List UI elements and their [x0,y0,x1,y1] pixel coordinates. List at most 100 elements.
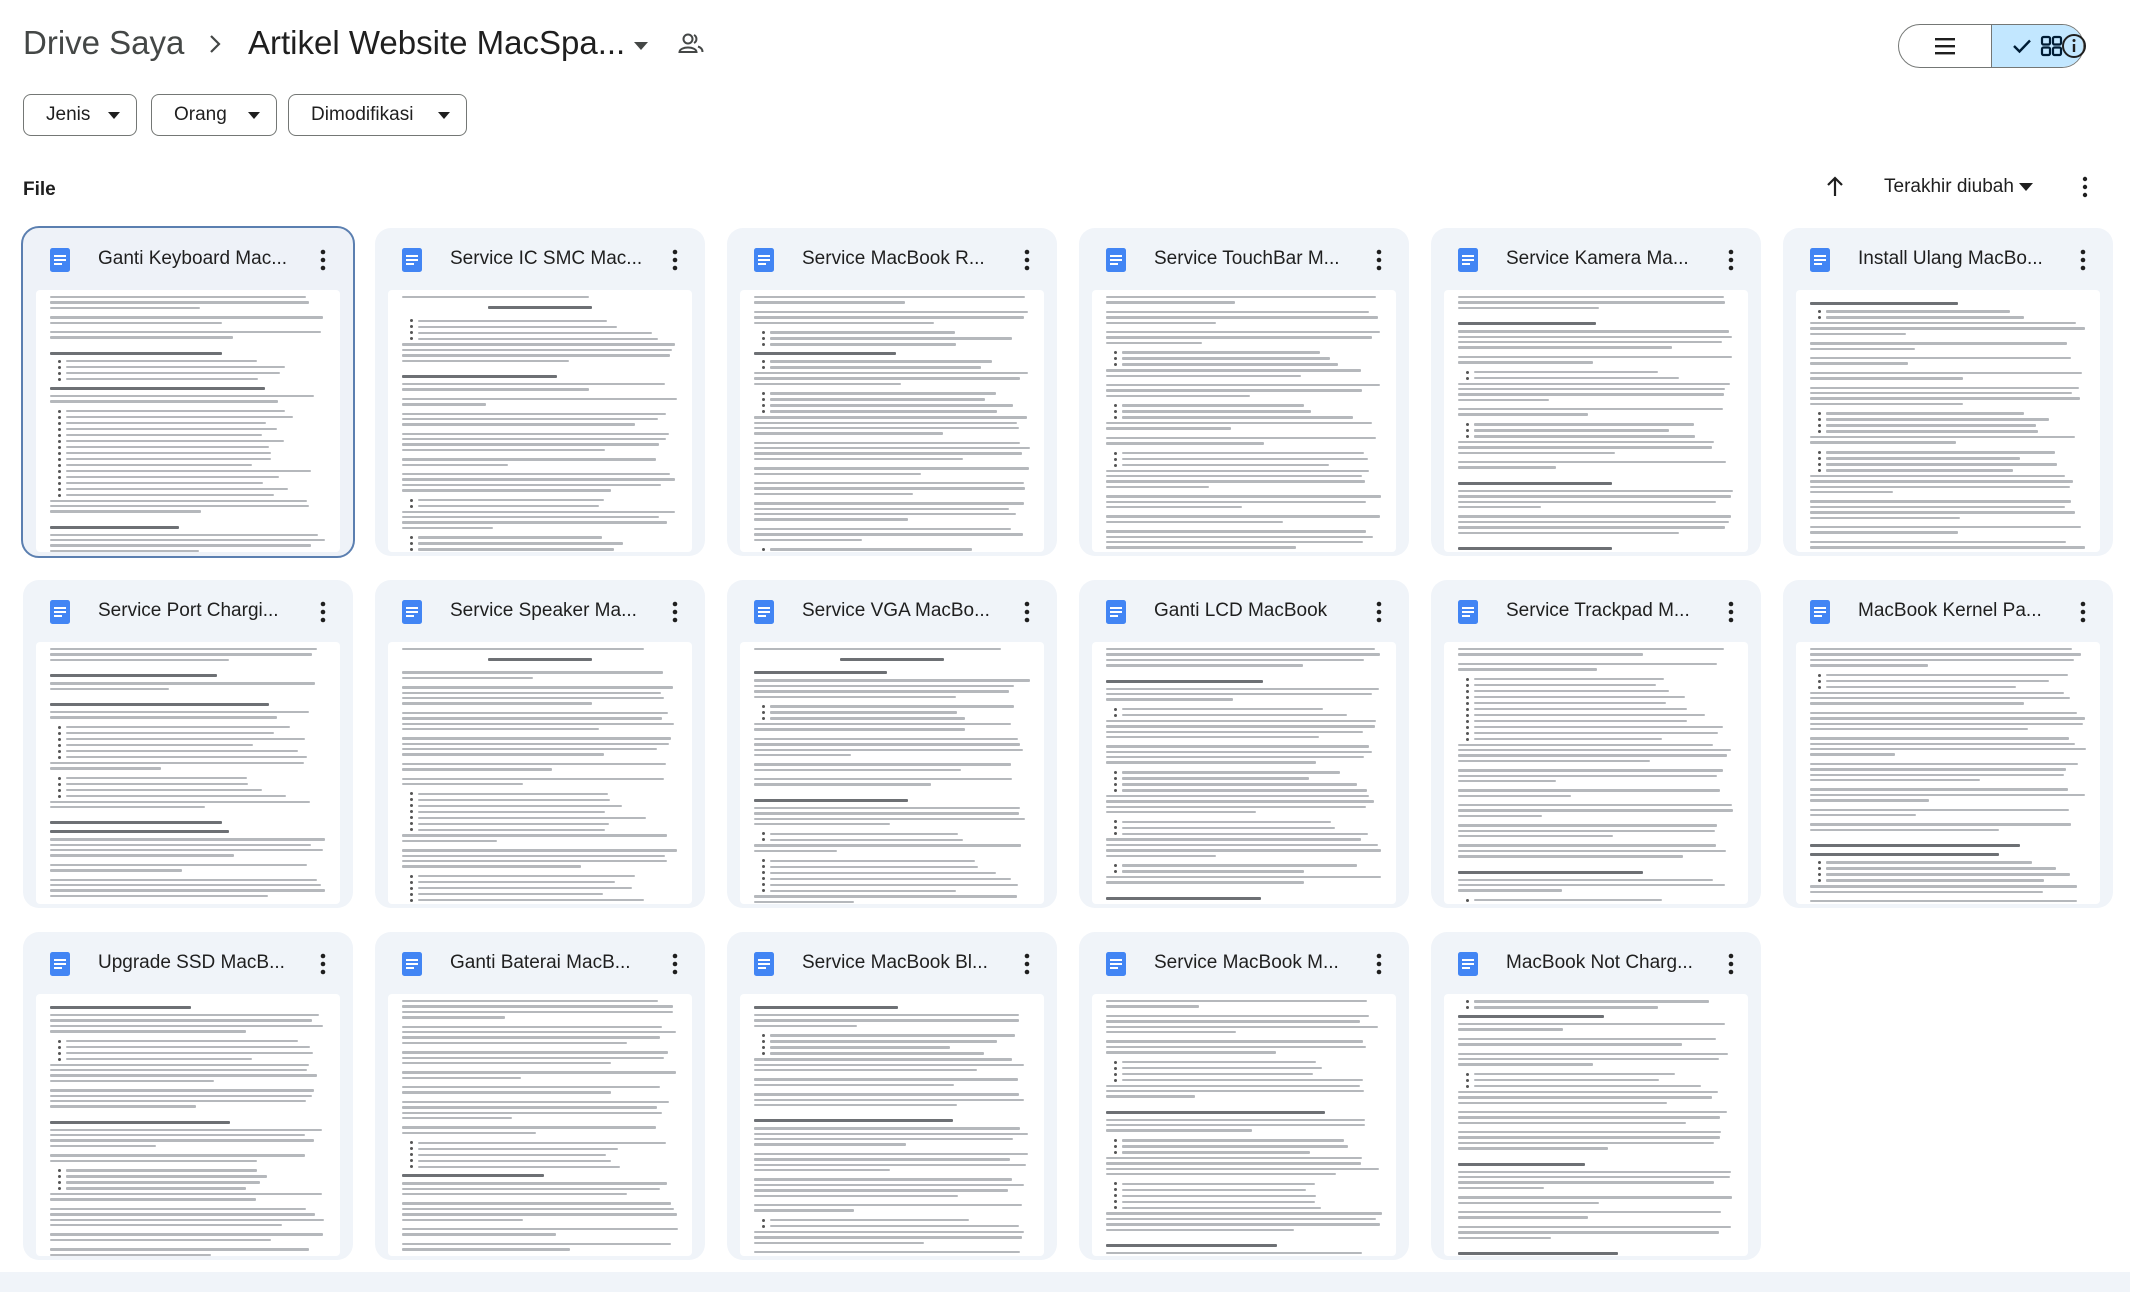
file-card[interactable]: Service VGA MacBo... [727,580,1057,908]
checkmark-icon [2012,39,2031,54]
file-card[interactable]: Service TouchBar M... [1079,228,1409,556]
more-vertical-icon[interactable] [1015,950,1039,978]
filter-modified-label: Dimodifikasi [311,104,414,125]
chevron-down-icon [248,112,260,119]
document-thumbnail [740,994,1044,1256]
list-view-button[interactable] [1899,25,1991,67]
file-card[interactable]: Service Kamera Ma... [1431,228,1761,556]
filter-people-label: Orang [174,104,227,125]
more-vertical-icon[interactable] [2072,174,2098,200]
more-vertical-icon[interactable] [663,598,687,626]
file-title: Ganti Baterai MacB... [450,952,631,973]
document-thumbnail [1444,994,1748,1256]
file-card[interactable]: Service Trackpad M... [1431,580,1761,908]
shared-people-icon[interactable] [677,30,705,58]
file-card[interactable]: Install Ulang MacBo... [1783,228,2113,556]
file-title: MacBook Not Charg... [1506,952,1693,973]
google-docs-icon [1810,248,1830,272]
file-title: Service Trackpad M... [1506,600,1690,621]
view-toggle [1898,24,2084,68]
folder-dropdown-icon[interactable] [630,36,652,56]
file-card[interactable]: Ganti LCD MacBook [1079,580,1409,908]
breadcrumb-current[interactable]: Artikel Website MacSpa... [248,24,625,62]
google-docs-icon [1458,600,1478,624]
google-docs-icon [1106,248,1126,272]
google-docs-icon [402,952,422,976]
more-vertical-icon[interactable] [1719,246,1743,274]
breadcrumb-root[interactable]: Drive Saya [23,24,184,62]
filter-people-chip[interactable]: Orang [151,94,277,136]
file-card[interactable]: Service IC SMC Mac... [375,228,705,556]
file-title: Upgrade SSD MacB... [98,952,285,973]
file-card[interactable]: Ganti Keyboard Mac... [21,226,355,558]
more-vertical-icon[interactable] [1367,950,1391,978]
file-title: Service Kamera Ma... [1506,248,1689,269]
document-thumbnail [1444,290,1748,552]
document-thumbnail [388,642,692,904]
document-thumbnail [388,290,692,552]
file-title: Service IC SMC Mac... [450,248,643,269]
more-vertical-icon[interactable] [1367,598,1391,626]
more-vertical-icon[interactable] [311,246,335,274]
google-docs-icon [50,600,70,624]
document-thumbnail [1796,642,2100,904]
file-card[interactable]: Service Port Chargi... [23,580,353,908]
section-title: File [23,179,56,200]
filter-type-chip[interactable]: Jenis [23,94,137,136]
info-icon[interactable] [2060,32,2088,60]
google-docs-icon [1106,952,1126,976]
document-thumbnail [36,290,340,552]
sort-direction-icon[interactable] [1822,174,1848,200]
file-title: Install Ulang MacBo... [1858,248,2043,269]
drive-page: Drive Saya Artikel Website MacSpa... Jen… [0,0,2130,1292]
google-docs-icon [50,952,70,976]
document-thumbnail [740,290,1044,552]
chevron-down-icon[interactable] [2019,183,2033,193]
file-title: Ganti LCD MacBook [1154,600,1328,621]
document-thumbnail [1092,994,1396,1256]
file-card[interactable]: Upgrade SSD MacB... [23,932,353,1260]
google-docs-icon [1458,248,1478,272]
file-card[interactable]: Service Speaker Ma... [375,580,705,908]
bottom-strip [0,1272,2130,1292]
more-vertical-icon[interactable] [2071,598,2095,626]
document-thumbnail [36,994,340,1256]
google-docs-icon [50,248,70,272]
google-docs-icon [402,600,422,624]
file-title: Service VGA MacBo... [802,600,990,621]
google-docs-icon [754,248,774,272]
file-title: Service MacBook Bl... [802,952,988,973]
file-title: Service Port Chargi... [98,600,279,621]
file-card[interactable]: Service MacBook M... [1079,932,1409,1260]
file-title: Service MacBook M... [1154,952,1339,973]
more-vertical-icon[interactable] [2071,246,2095,274]
document-thumbnail [740,642,1044,904]
file-card[interactable]: Service MacBook Bl... [727,932,1057,1260]
google-docs-icon [754,600,774,624]
file-title: MacBook Kernel Pa... [1858,600,2042,621]
document-thumbnail [388,994,692,1256]
file-card[interactable]: MacBook Kernel Pa... [1783,580,2113,908]
filter-type-label: Jenis [46,104,91,125]
more-vertical-icon[interactable] [663,950,687,978]
more-vertical-icon[interactable] [1719,598,1743,626]
chevron-down-icon [108,112,120,119]
file-card[interactable]: MacBook Not Charg... [1431,932,1761,1260]
more-vertical-icon[interactable] [1719,950,1743,978]
document-thumbnail [1444,642,1748,904]
more-vertical-icon[interactable] [1015,246,1039,274]
google-docs-icon [1106,600,1126,624]
document-thumbnail [1796,290,2100,552]
file-card[interactable]: Service MacBook R... [727,228,1057,556]
more-vertical-icon[interactable] [663,246,687,274]
filter-modified-chip[interactable]: Dimodifikasi [288,94,467,136]
more-vertical-icon[interactable] [1367,246,1391,274]
google-docs-icon [402,248,422,272]
file-title: Service TouchBar M... [1154,248,1340,269]
more-vertical-icon[interactable] [1015,598,1039,626]
sort-label[interactable]: Terakhir diubah [1884,176,2014,198]
file-card[interactable]: Ganti Baterai MacB... [375,932,705,1260]
document-thumbnail [1092,642,1396,904]
more-vertical-icon[interactable] [311,950,335,978]
more-vertical-icon[interactable] [311,598,335,626]
